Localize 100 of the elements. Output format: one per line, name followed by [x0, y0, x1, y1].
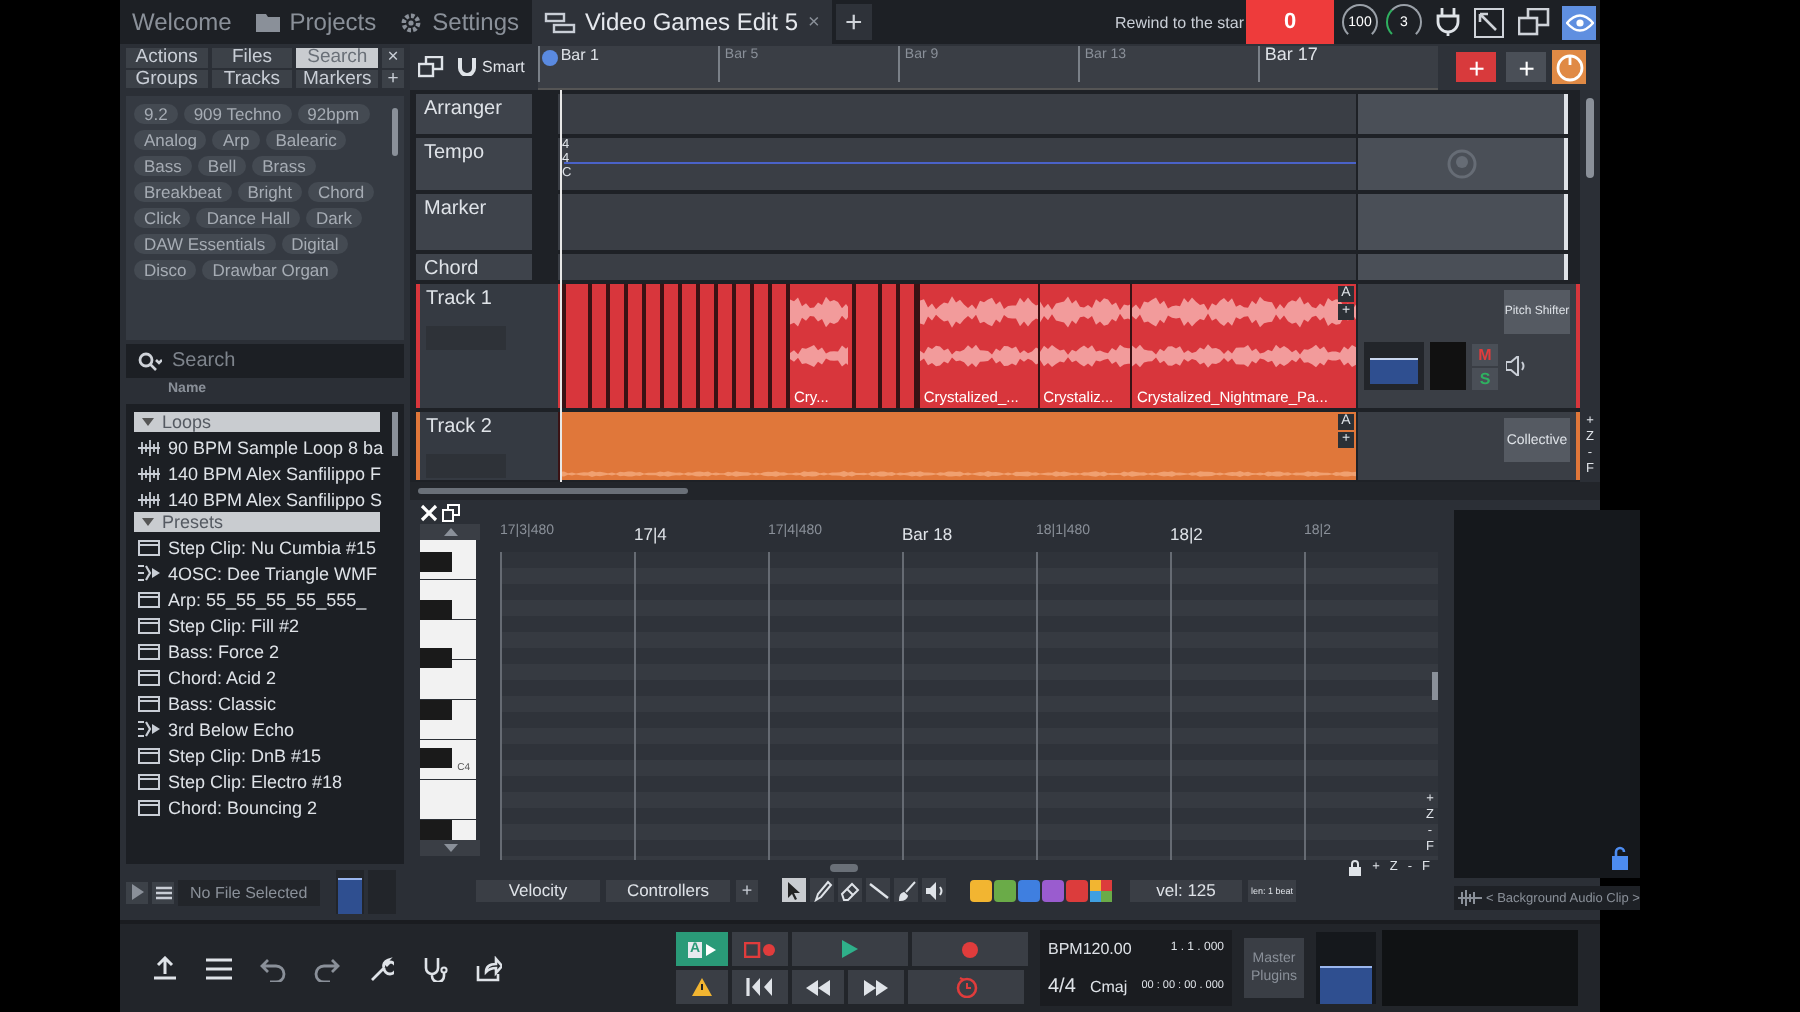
- fast-forward-button[interactable]: [848, 970, 904, 1004]
- color-swatch[interactable]: [994, 879, 1016, 901]
- resize-icon[interactable]: [1474, 7, 1504, 37]
- browser-tab[interactable]: Files: [211, 48, 293, 67]
- add-track-button[interactable]: +: [1456, 52, 1497, 82]
- mixer-button[interactable]: [1552, 50, 1587, 84]
- track-header[interactable]: Track 2: [416, 412, 558, 480]
- browser-tab[interactable]: ×: [382, 48, 404, 67]
- tag-chip[interactable]: 909 Techno: [183, 104, 292, 124]
- browser-tab[interactable]: Groups: [126, 69, 208, 88]
- tag-chip[interactable]: Brass: [252, 156, 316, 176]
- track-name[interactable]: Tempo: [416, 138, 532, 190]
- browser-item[interactable]: 4OSC: Dee Triangle WMF: [134, 560, 380, 586]
- key-display[interactable]: Cmaj: [1089, 977, 1128, 995]
- browser-tab[interactable]: Markers: [296, 69, 378, 88]
- tag-chip[interactable]: Dance Hall: [196, 208, 300, 228]
- windows-button[interactable]: [416, 53, 444, 81]
- browser-item[interactable]: Step Clip: Electro #18: [134, 768, 380, 794]
- browser-item[interactable]: Bass: Classic: [134, 690, 380, 716]
- add-lane-button[interactable]: +: [736, 879, 758, 901]
- brush-tool-button[interactable]: [894, 878, 918, 902]
- audio-clip[interactable]: [558, 412, 1356, 480]
- select-tool-button[interactable]: [782, 878, 806, 902]
- scrollbar-thumb[interactable]: [392, 108, 398, 156]
- tag-chip[interactable]: Disco: [134, 260, 197, 280]
- color-swatch[interactable]: [1018, 879, 1040, 901]
- browser-item[interactable]: Arp: 55_55_55_55_555_: [134, 586, 380, 612]
- tag-chip[interactable]: 92bpm: [297, 104, 370, 124]
- color-swatch[interactable]: [970, 879, 992, 901]
- scrollbar-thumb[interactable]: [1586, 98, 1594, 178]
- speaker-tool-button[interactable]: [922, 878, 946, 902]
- windows-icon[interactable]: [442, 504, 460, 522]
- browser-item[interactable]: 140 BPM Alex Sanfilippo S: [134, 486, 380, 512]
- stethoscope-icon[interactable]: [422, 955, 448, 981]
- tag-chip[interactable]: Arp: [212, 130, 260, 150]
- share-icon[interactable]: [476, 955, 502, 981]
- line-tool-button[interactable]: [866, 878, 890, 902]
- group-header[interactable]: Presets: [134, 512, 380, 532]
- tag-chip[interactable]: Click: [134, 208, 191, 228]
- browser-item[interactable]: 3rd Below Echo: [134, 716, 380, 742]
- time-signature[interactable]: 4/4: [1048, 975, 1076, 997]
- velocity-field[interactable]: vel: 125: [1130, 879, 1242, 901]
- tag-chip[interactable]: 9.2: [134, 104, 178, 124]
- browser-item[interactable]: 140 BPM Alex Sanfilippo F: [134, 460, 380, 486]
- browser-tab[interactable]: Actions: [126, 48, 208, 67]
- tag-chip[interactable]: Chord: [307, 182, 375, 202]
- browser-tab[interactable]: +: [382, 69, 404, 88]
- scrollbar-thumb[interactable]: [418, 488, 688, 494]
- track-name[interactable]: Chord: [416, 254, 532, 280]
- redo-icon[interactable]: [314, 955, 340, 981]
- tag-chip[interactable]: Breakbeat: [134, 182, 232, 202]
- track-header[interactable]: Track 1: [416, 284, 558, 408]
- undo-icon[interactable]: [260, 955, 286, 981]
- tag-chip[interactable]: Balearic: [265, 130, 347, 150]
- tab[interactable]: Video Games Edit 5 ×: [531, 0, 832, 44]
- new-tab-button[interactable]: +: [835, 4, 872, 40]
- lock-icon[interactable]: [1348, 860, 1363, 876]
- tempo-display[interactable]: BPM120.00: [1048, 939, 1132, 957]
- windows-icon[interactable]: [1518, 8, 1550, 36]
- rewind-to-start-button[interactable]: [732, 970, 788, 1004]
- list-button[interactable]: [152, 881, 174, 903]
- tag-chip[interactable]: Bright: [237, 182, 302, 202]
- tag-chip[interactable]: Digital: [281, 234, 349, 254]
- pencil-tool-button[interactable]: [810, 878, 834, 902]
- lane-button[interactable]: Controllers: [606, 879, 730, 901]
- scroll-down-button[interactable]: [420, 840, 480, 856]
- group-header[interactable]: Loops: [134, 412, 380, 432]
- color-swatch[interactable]: [1066, 879, 1088, 901]
- color-swatch[interactable]: [1042, 879, 1064, 901]
- click-track-button[interactable]: [908, 970, 1024, 1004]
- browser-item[interactable]: Step Clip: DnB #15: [134, 742, 380, 768]
- browser-item[interactable]: Step Clip: Nu Cumbia #15: [134, 534, 380, 560]
- close-button[interactable]: ×: [808, 11, 820, 33]
- browser-item[interactable]: Bass: Force 2: [134, 638, 380, 664]
- browser-tab[interactable]: Tracks: [211, 69, 293, 88]
- volume-meter[interactable]: [1364, 342, 1424, 390]
- tab[interactable]: Settings: [388, 0, 532, 44]
- search-field[interactable]: Search: [126, 344, 404, 378]
- wrench-icon[interactable]: [368, 955, 394, 981]
- snap-button[interactable]: Smart: [450, 58, 533, 76]
- scrollbar-thumb[interactable]: [1432, 672, 1438, 700]
- tab[interactable]: Projects: [243, 0, 389, 44]
- tag-chip[interactable]: Bell: [197, 156, 247, 176]
- plug-icon[interactable]: [1436, 8, 1460, 36]
- eraser-tool-button[interactable]: [838, 878, 862, 902]
- clip-strip-drawing[interactable]: [847, 284, 918, 408]
- tag-chip[interactable]: Dark: [306, 208, 362, 228]
- rewind-button[interactable]: [792, 970, 844, 1004]
- preview-play-button[interactable]: [126, 881, 148, 903]
- add-button[interactable]: +: [1506, 52, 1547, 82]
- menu-icon[interactable]: [206, 955, 232, 981]
- browser-item[interactable]: 90 BPM Sample Loop 8 ba: [134, 434, 380, 460]
- close-icon[interactable]: [420, 504, 438, 522]
- clip-strip-drawing[interactable]: [558, 284, 788, 408]
- lane-button[interactable]: Velocity: [476, 879, 600, 901]
- warning-button[interactable]: [676, 970, 728, 1004]
- browser-item[interactable]: Chord: Bouncing 2: [134, 794, 380, 820]
- tag-chip[interactable]: Analog: [134, 130, 207, 150]
- browser-item[interactable]: Chord: Acid 2: [134, 664, 380, 690]
- tag-chip[interactable]: Bass: [134, 156, 192, 176]
